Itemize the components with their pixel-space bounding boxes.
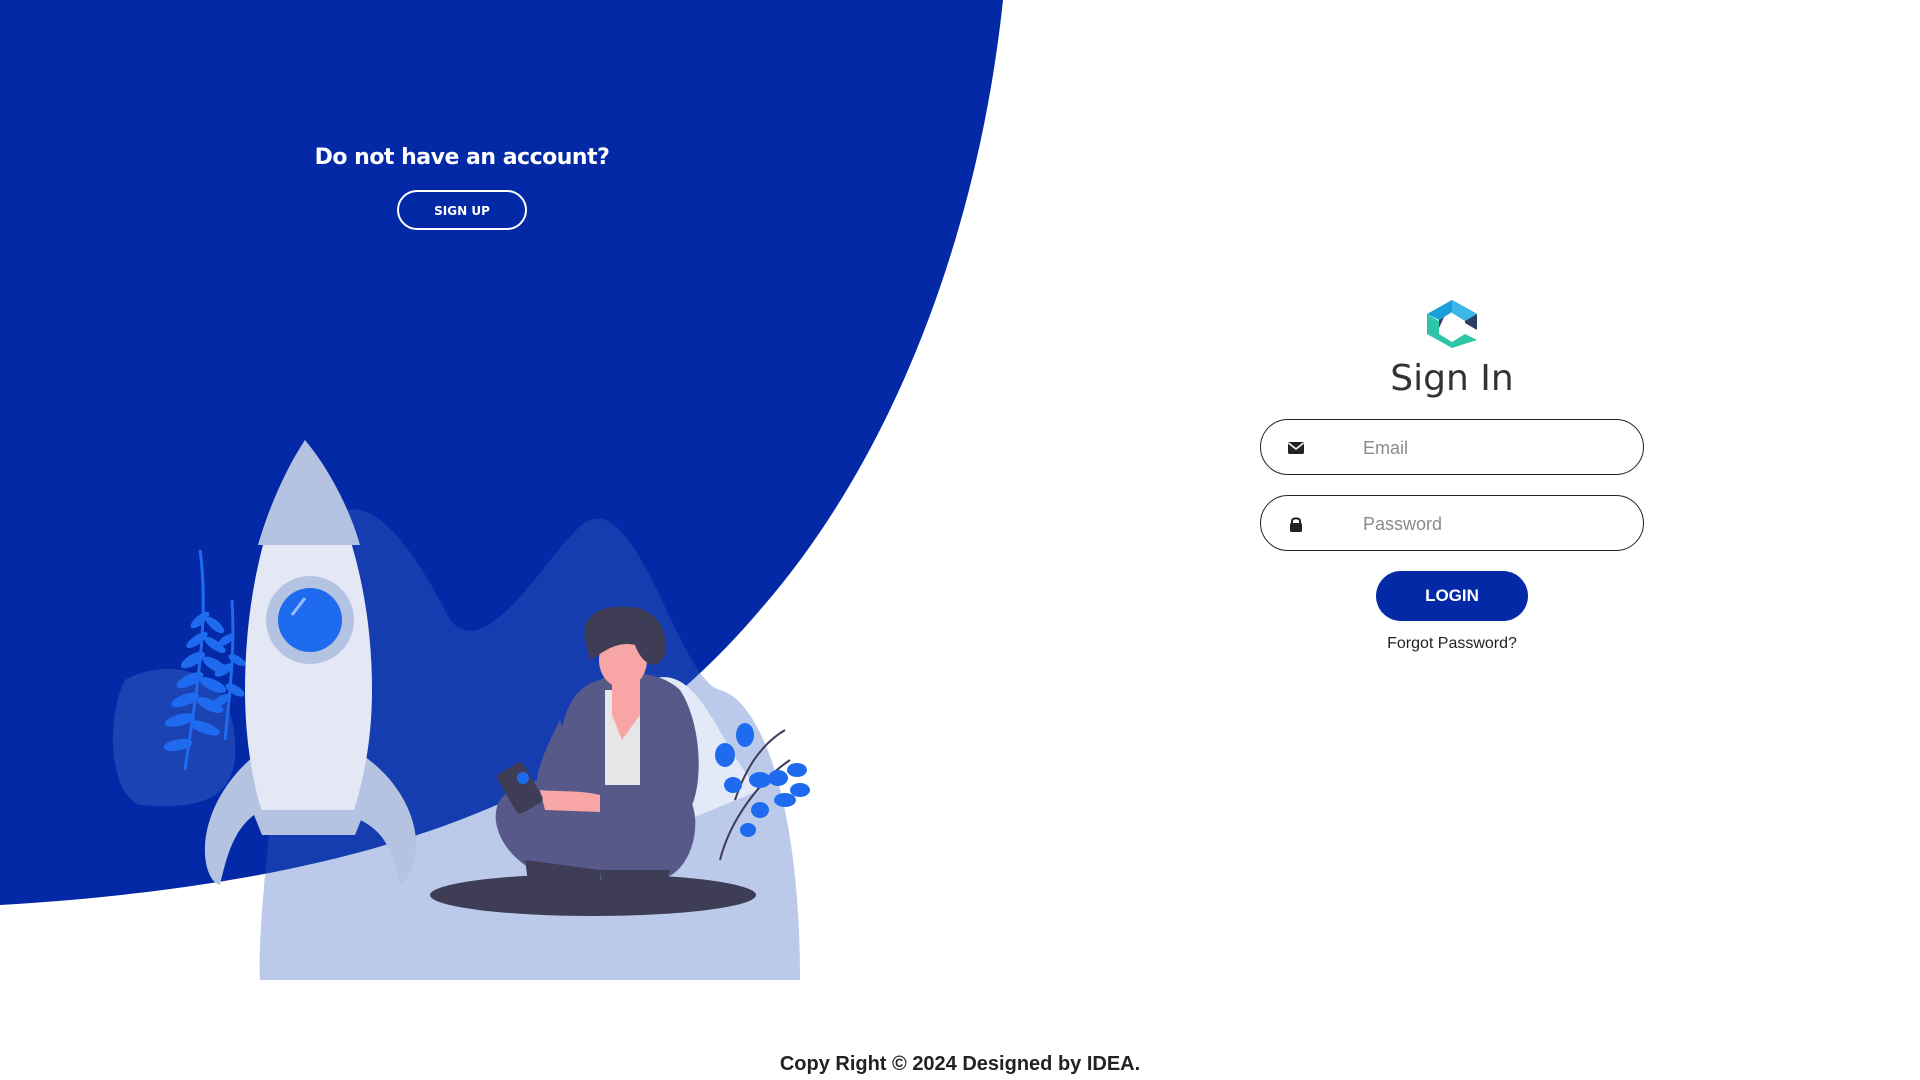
password-input[interactable] xyxy=(1361,508,1625,540)
envelope-icon xyxy=(1288,442,1304,454)
signin-panel: Sign In LOGIN Forgot Password? xyxy=(1260,296,1644,653)
signup-heading: Do not have an account? xyxy=(314,145,610,170)
footer-copyright: Copy Right © 2024 Designed by IDEA. xyxy=(779,1053,1141,1075)
brand-logo-icon xyxy=(1427,300,1477,348)
login-button[interactable]: LOGIN xyxy=(1376,571,1528,621)
signup-button[interactable]: SIGN UP xyxy=(397,190,527,230)
signup-panel: Do not have an account? SIGN UP xyxy=(262,145,662,230)
signin-title: Sign In xyxy=(1390,358,1514,399)
forgot-password-link[interactable]: Forgot Password? xyxy=(1260,635,1644,653)
password-field xyxy=(1260,495,1644,551)
email-field xyxy=(1260,419,1644,475)
email-input[interactable] xyxy=(1361,432,1625,464)
lock-icon xyxy=(1290,517,1302,532)
